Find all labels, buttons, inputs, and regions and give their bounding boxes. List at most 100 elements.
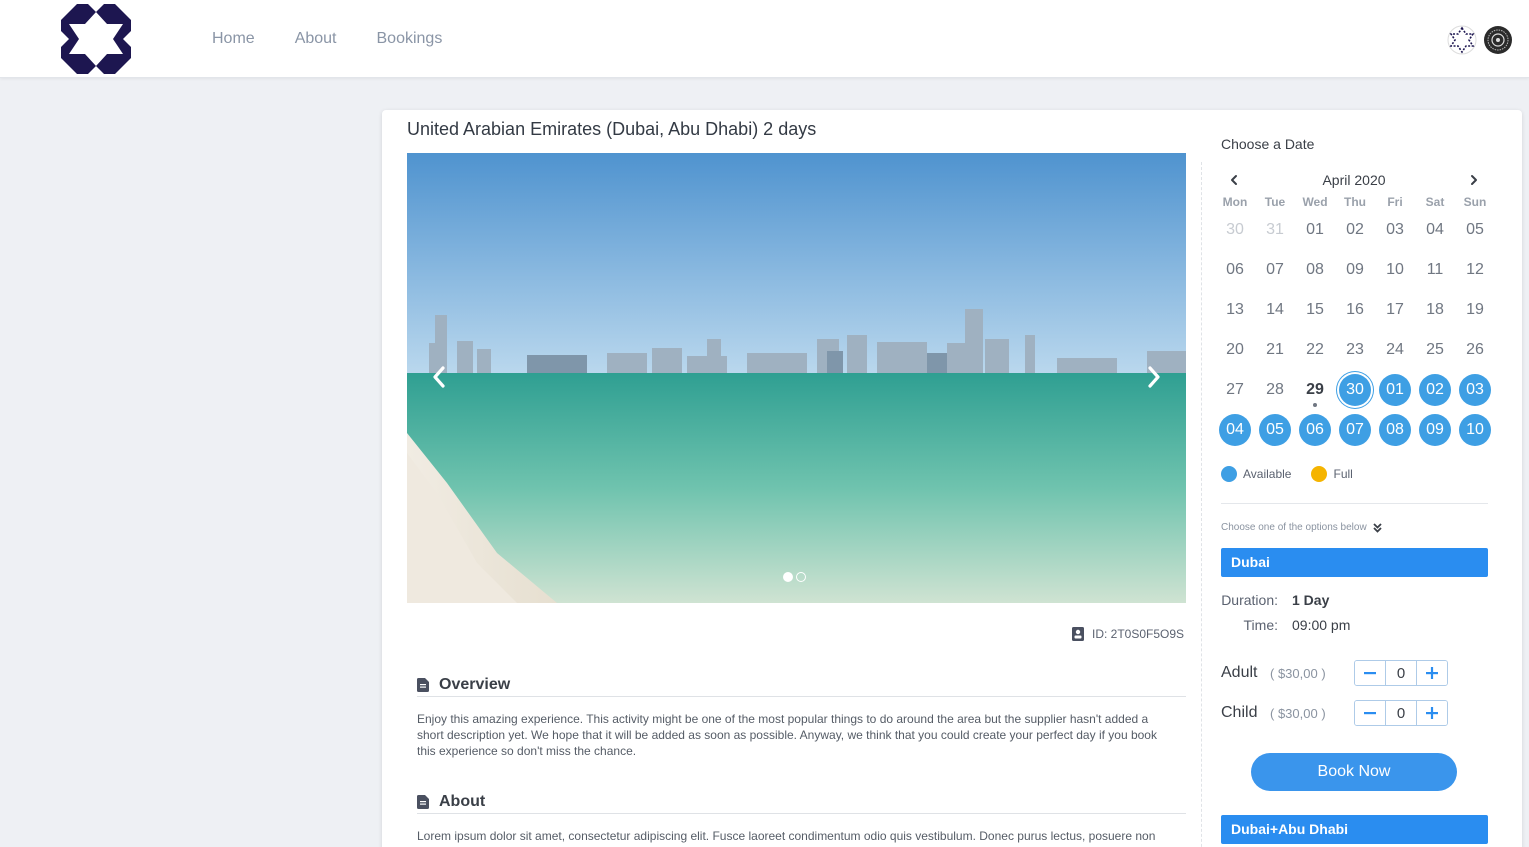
calendar-day[interactable]: 02 — [1419, 374, 1451, 406]
weekday-mon: Mon — [1222, 195, 1248, 209]
calendar-day[interactable]: 03 — [1459, 374, 1491, 406]
calendar-day[interactable]: 08 — [1379, 414, 1411, 446]
carousel-indicators — [783, 572, 806, 582]
calendar-day[interactable]: 09 — [1339, 254, 1371, 286]
calendar-day[interactable]: 20 — [1219, 334, 1251, 366]
calendar-day[interactable]: 19 — [1459, 294, 1491, 326]
child-increment-button[interactable] — [1417, 701, 1447, 725]
book-now-button[interactable]: Book Now — [1251, 753, 1457, 791]
calendar-day[interactable]: 12 — [1459, 254, 1491, 286]
plus-icon — [1426, 707, 1438, 719]
calendar-day[interactable]: 05 — [1259, 414, 1291, 446]
minus-icon — [1364, 712, 1376, 715]
calendar-day[interactable]: 15 — [1299, 294, 1331, 326]
calendar-day[interactable]: 30 — [1339, 374, 1371, 406]
duration-label: Duration: — [1221, 592, 1278, 608]
time-value: 09:00 pm — [1292, 617, 1351, 633]
calendar-prev-button[interactable] — [1226, 172, 1242, 188]
calendar-day[interactable]: 13 — [1219, 294, 1251, 326]
calendar-day[interactable]: 04 — [1219, 414, 1251, 446]
calendar-day[interactable]: 10 — [1459, 414, 1491, 446]
calendar-day[interactable]: 07 — [1339, 414, 1371, 446]
calendar-day[interactable]: 10 — [1379, 254, 1411, 286]
calendar-day[interactable]: 27 — [1219, 374, 1251, 406]
carousel-dot-2[interactable] — [796, 572, 806, 582]
child-decrement-button[interactable] — [1355, 701, 1385, 725]
calendar-day[interactable]: 17 — [1379, 294, 1411, 326]
tour-id: ID: 2T0S0F5O9S — [1072, 627, 1184, 641]
adult-decrement-button[interactable] — [1355, 661, 1385, 685]
calendar-day[interactable]: 31 — [1259, 214, 1291, 246]
tour-id-text: ID: 2T0S0F5O9S — [1092, 627, 1185, 641]
calendar-day[interactable]: 08 — [1299, 254, 1331, 286]
id-badge-icon — [1072, 627, 1084, 641]
calendar-day[interactable]: 14 — [1259, 294, 1291, 326]
carousel-prev-button[interactable] — [421, 357, 457, 397]
calendar-day[interactable]: 24 — [1379, 334, 1411, 366]
calendar-day[interactable]: 01 — [1299, 214, 1331, 246]
child-quantity-value[interactable]: 0 — [1385, 701, 1417, 725]
double-chevron-down-icon — [1373, 522, 1382, 533]
panel-divider — [1221, 503, 1488, 504]
chevron-left-icon — [1231, 175, 1237, 185]
weekday-fri: Fri — [1387, 195, 1403, 209]
available-legend-label: Available — [1243, 467, 1292, 481]
carousel-next-button[interactable] — [1136, 357, 1172, 397]
carousel-dot-1[interactable] — [783, 572, 793, 582]
calendar-day[interactable]: 29 — [1299, 374, 1331, 407]
user-avatar[interactable] — [1483, 25, 1513, 55]
adult-quantity-value[interactable]: 0 — [1385, 661, 1417, 685]
calendar-day[interactable]: 18 — [1419, 294, 1451, 326]
adult-quantity-stepper: 0 — [1354, 660, 1448, 686]
about-title: About — [439, 792, 486, 810]
option-dubai[interactable]: Dubai — [1221, 548, 1488, 577]
plus-icon — [1426, 667, 1438, 679]
tour-title: United Arabian Emirates (Dubai, Abu Dhab… — [407, 119, 817, 139]
image-carousel[interactable] — [407, 153, 1186, 603]
option-dubai-abu-dhabi[interactable]: Dubai+Abu Dhabi — [1221, 815, 1488, 844]
calendar-legend: Available Full — [1221, 466, 1353, 482]
adult-price: ( $30,00 ) — [1270, 666, 1326, 681]
calendar-day[interactable]: 21 — [1259, 334, 1291, 366]
header-icons — [1447, 25, 1513, 55]
calendar-next-button[interactable] — [1466, 172, 1482, 188]
calendar-day[interactable]: 11 — [1419, 254, 1451, 286]
overview-heading: Overview — [417, 673, 1186, 697]
nav-bookings-link[interactable]: Bookings — [377, 30, 443, 48]
top-navbar: Home About Bookings — [0, 0, 1529, 78]
weekday-wed: Wed — [1302, 195, 1328, 209]
full-legend-label: Full — [1333, 467, 1353, 481]
calendar-day[interactable]: 30 — [1219, 214, 1251, 246]
about-text: Lorem ipsum dolor sit amet, consectetur … — [417, 829, 1156, 843]
calendar-day[interactable]: 28 — [1259, 374, 1291, 406]
child-label: Child — [1221, 704, 1258, 721]
nav-home-link[interactable]: Home — [212, 30, 255, 48]
overview-title: Overview — [439, 675, 511, 693]
calendar-day[interactable]: 04 — [1419, 214, 1451, 246]
brand-mark-icon[interactable] — [1447, 25, 1477, 55]
nav-about-link[interactable]: About — [295, 30, 337, 48]
calendar-day[interactable]: 26 — [1459, 334, 1491, 366]
child-quantity-stepper: 0 — [1354, 700, 1448, 726]
calendar-day[interactable]: 09 — [1419, 414, 1451, 446]
calendar-day[interactable]: 03 — [1379, 214, 1411, 246]
calendar-day[interactable]: 01 — [1379, 374, 1411, 406]
column-divider — [1201, 162, 1202, 847]
weekday-sun: Sun — [1463, 195, 1487, 209]
brand-logo[interactable] — [61, 4, 131, 74]
calendar-day[interactable]: 23 — [1339, 334, 1371, 366]
adult-increment-button[interactable] — [1417, 661, 1447, 685]
child-price: ( $30,00 ) — [1270, 706, 1326, 721]
beach-skyline-photo — [407, 153, 1186, 603]
weekday-tue: Tue — [1264, 195, 1286, 209]
calendar-day[interactable]: 02 — [1339, 214, 1371, 246]
calendar-day[interactable]: 06 — [1219, 254, 1251, 286]
calendar-day[interactable]: 25 — [1419, 334, 1451, 366]
overview-text: Enjoy this amazing experience. This acti… — [417, 712, 1157, 758]
calendar-day[interactable]: 16 — [1339, 294, 1371, 326]
calendar-day[interactable]: 07 — [1259, 254, 1291, 286]
calendar-day[interactable]: 05 — [1459, 214, 1491, 246]
calendar-day[interactable]: 06 — [1299, 414, 1331, 446]
adult-label: Adult — [1221, 664, 1258, 681]
calendar-day[interactable]: 22 — [1299, 334, 1331, 366]
